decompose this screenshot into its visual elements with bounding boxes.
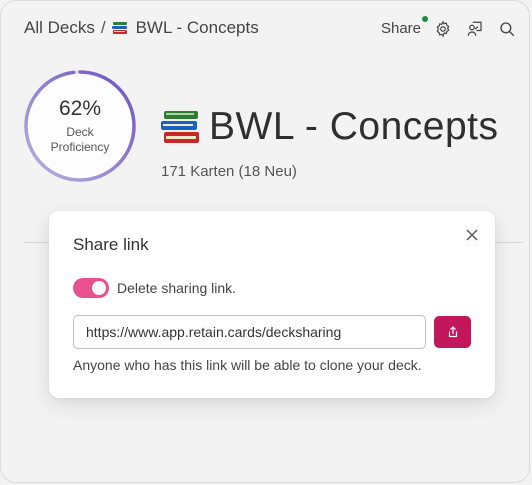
books-icon xyxy=(111,22,127,34)
share-button-label: Share xyxy=(380,20,421,37)
breadcrumb: All Decks / BWL - Concepts xyxy=(24,18,259,38)
breadcrumb-separator: / xyxy=(100,18,106,37)
copy-link-button[interactable] xyxy=(434,316,471,348)
deck-title-text: BWL - Concepts xyxy=(209,105,499,148)
delete-link-toggle-row: Delete sharing link. xyxy=(73,278,236,298)
app-window: All Decks / BWL - Concepts Share 62% Dec… xyxy=(0,0,530,483)
toggle-label: Delete sharing link. xyxy=(117,280,237,296)
share-export-icon xyxy=(448,326,457,338)
settings-gear-icon xyxy=(436,20,450,37)
share-link-dialog: Share link Delete sharing link. Anyone w… xyxy=(49,211,495,398)
divider xyxy=(491,242,523,243)
delete-link-toggle[interactable] xyxy=(73,278,109,298)
share-link-input[interactable] xyxy=(73,315,426,349)
proficiency-ring: 62% Deck Proficiency xyxy=(24,70,136,182)
toggle-knob xyxy=(92,281,106,295)
proficiency-label: Deck Proficiency xyxy=(50,124,110,154)
present-button[interactable] xyxy=(465,19,485,39)
header-actions: Share xyxy=(381,16,517,41)
share-button[interactable]: Share xyxy=(380,16,428,41)
breadcrumb-current: BWL - Concepts xyxy=(135,18,259,37)
proficiency-text: 62% Deck Proficiency xyxy=(24,70,136,182)
close-icon[interactable] xyxy=(465,228,479,242)
breadcrumb-all-decks[interactable]: All Decks xyxy=(24,18,95,38)
share-hint-text: Anyone who has this link will be able to… xyxy=(73,357,422,373)
deck-title: BWL - Concepts xyxy=(161,105,498,149)
search-button[interactable] xyxy=(497,19,517,39)
proficiency-percent: 62% xyxy=(58,96,102,120)
books-icon xyxy=(161,111,199,143)
search-icon xyxy=(500,21,515,36)
presentation-user-icon xyxy=(467,21,482,36)
dialog-title: Share link xyxy=(73,235,149,254)
share-status-dot xyxy=(422,16,428,22)
deck-card-count: 171 Karten (18 Neu) xyxy=(161,163,297,180)
settings-button[interactable] xyxy=(433,19,453,39)
